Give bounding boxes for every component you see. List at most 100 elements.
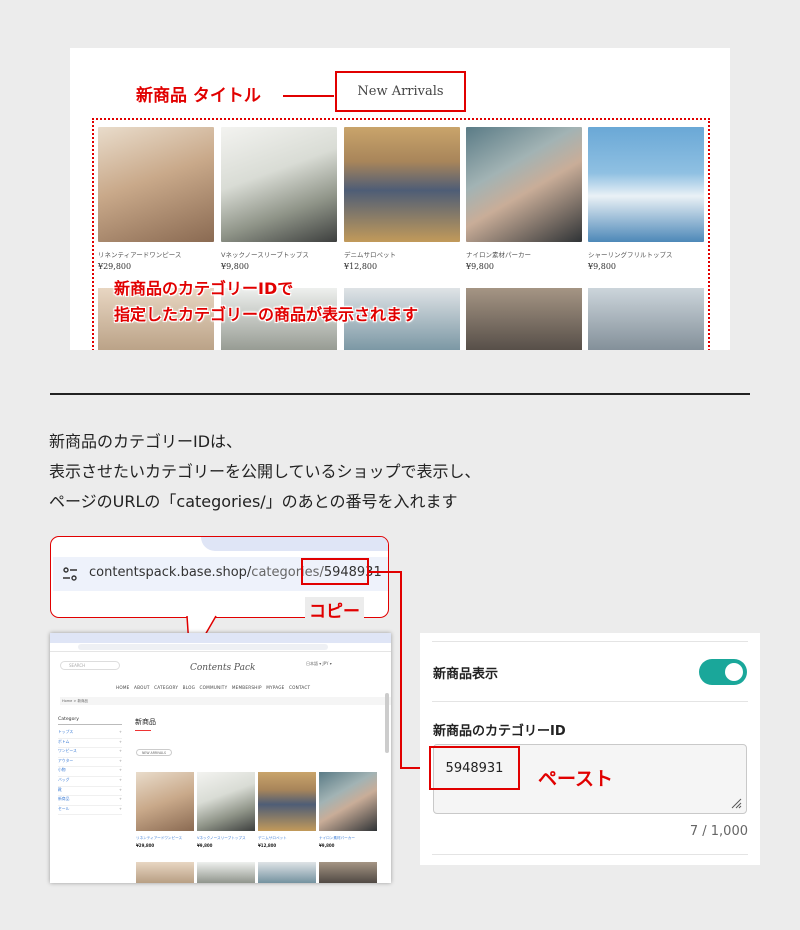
shop-logo[interactable]: Contents Pack bbox=[190, 663, 255, 673]
nav-item[interactable]: ABOUT bbox=[134, 685, 150, 690]
instruction-line: 表示させたいカテゴリーを公開しているショップで表示し、 bbox=[49, 462, 481, 481]
product-name: Vネックノースリーブトップス bbox=[221, 251, 309, 259]
product-name: シャーリングフリルトップス bbox=[588, 251, 673, 259]
browser-tab-strip bbox=[201, 537, 388, 551]
product-price: ¥9,800 bbox=[319, 843, 335, 848]
paste-annotation: ペースト bbox=[538, 768, 614, 790]
sidebar-item[interactable]: アウター + bbox=[58, 758, 122, 768]
nav-item[interactable]: COMMUNITY bbox=[200, 685, 228, 690]
new-products-toggle[interactable] bbox=[699, 659, 747, 685]
product-price: ¥29,800 bbox=[98, 262, 132, 271]
instruction-line: ページのURLの「categories/」のあとの番号を入れます bbox=[49, 492, 458, 511]
product-photo bbox=[98, 127, 214, 242]
product-name: Vネックノースリーブトップス bbox=[197, 836, 246, 840]
product-photo bbox=[344, 127, 460, 242]
copy-annotation: コピー bbox=[305, 597, 364, 622]
divider bbox=[432, 641, 748, 642]
product-card[interactable]: Vネックノースリーブトップス ¥9,800 bbox=[197, 772, 255, 848]
category-id-label: 新商品のカテゴリーID bbox=[433, 724, 566, 739]
browser-tabs bbox=[50, 633, 391, 643]
product-card[interactable]: デニムサロペット ¥12,800 bbox=[258, 772, 316, 848]
sidebar-item[interactable]: バッグ + bbox=[58, 777, 122, 787]
product-photo bbox=[197, 772, 255, 831]
product-name: リネンティアードワンピース bbox=[98, 251, 182, 259]
breadcrumb[interactable]: Home > 新商品 bbox=[60, 697, 391, 705]
product-name: ナイロン素材パーカー bbox=[319, 836, 355, 840]
annotation-connector bbox=[283, 95, 334, 97]
divider bbox=[432, 854, 748, 855]
product-photo bbox=[197, 862, 255, 883]
section-title: New Arrivals bbox=[335, 71, 466, 112]
product-card[interactable]: リネンティアードワンピース ¥29,800 bbox=[98, 127, 214, 271]
sidebar-item[interactable]: 靴 + bbox=[58, 787, 122, 797]
browser-address-bar[interactable] bbox=[50, 643, 391, 652]
category-annotation: 新商品のカテゴリーIDで 指定したカテゴリーの商品が表示されます bbox=[114, 276, 418, 328]
shop-nav: HOME ABOUT CATEGORY BLOG COMMUNITY MEMBERSHIP… bbox=[116, 685, 315, 690]
product-name: ナイロン素材パーカー bbox=[466, 251, 531, 259]
language-currency-select[interactable]: 日本語 ▾ JPY ▾ bbox=[306, 661, 366, 669]
nav-item[interactable]: CONTACT bbox=[289, 685, 310, 690]
sidebar-item[interactable]: 小物 + bbox=[58, 767, 122, 777]
product-name: リネンティアードワンピース bbox=[136, 836, 183, 840]
new-arrivals-preview: 新商品 タイトル New Arrivals リネンティアードワンピース ¥29,… bbox=[70, 48, 730, 350]
character-counter: 7 / 1,000 bbox=[689, 824, 748, 839]
product-card[interactable]: シャーリングフリルトップス ¥9,800 bbox=[588, 127, 704, 271]
section-divider bbox=[50, 393, 750, 395]
product-card[interactable]: ナイロン素材パーカー ¥9,800 bbox=[466, 127, 582, 271]
page-title: 新商品 bbox=[135, 718, 156, 726]
product-price: ¥9,800 bbox=[221, 262, 249, 271]
nav-item[interactable]: MYPAGE bbox=[266, 685, 284, 690]
resize-grip-icon[interactable] bbox=[730, 797, 742, 809]
instruction-line: 新商品のカテゴリーIDは、 bbox=[49, 432, 243, 451]
category-annotation-line: 新商品のカテゴリーIDで bbox=[114, 279, 294, 298]
product-price: ¥9,800 bbox=[197, 843, 213, 848]
nav-item[interactable]: CATEGORY bbox=[154, 685, 178, 690]
product-photo bbox=[136, 862, 194, 883]
product-photo bbox=[588, 127, 704, 242]
sidebar-item[interactable]: ボトム + bbox=[58, 739, 122, 749]
product-card[interactable]: Vネックノースリーブトップス ¥9,800 bbox=[221, 127, 337, 271]
category-tag[interactable]: NEW ARRIVALS bbox=[136, 749, 172, 756]
site-settings-icon[interactable] bbox=[61, 565, 79, 583]
connector-line bbox=[369, 571, 401, 573]
product-photo bbox=[588, 288, 704, 350]
product-name: デニムサロペット bbox=[258, 836, 287, 840]
title-underline bbox=[135, 730, 151, 731]
title-annotation-label: 新商品 タイトル bbox=[136, 86, 261, 106]
instruction-text: 新商品のカテゴリーIDは、 表示させたいカテゴリーを公開しているショップで表示し… bbox=[49, 427, 481, 517]
divider bbox=[432, 701, 748, 702]
product-price: ¥12,800 bbox=[258, 843, 277, 848]
category-sidebar: Category トップス + ボトム + ワンピース + アウター + 小物 + バッグ… bbox=[58, 717, 122, 816]
scrollbar[interactable] bbox=[385, 693, 389, 753]
sidebar-item[interactable]: 新商品 + bbox=[58, 796, 122, 806]
product-photo bbox=[319, 862, 377, 883]
nav-item[interactable]: BLOG bbox=[183, 685, 195, 690]
new-products-display-label: 新商品表示 bbox=[433, 667, 499, 682]
toggle-knob bbox=[725, 663, 743, 681]
category-id-highlight bbox=[301, 558, 369, 585]
product-price: ¥9,800 bbox=[588, 262, 616, 271]
category-annotation-line: 指定したカテゴリーの商品が表示されます bbox=[114, 305, 419, 324]
shop-browser-screenshot: SEARCH Contents Pack 日本語 ▾ JPY ▾ HOME ABO… bbox=[50, 633, 391, 883]
product-photo bbox=[221, 127, 337, 242]
product-card[interactable]: デニムサロペット ¥12,800 bbox=[344, 127, 460, 271]
sidebar-item[interactable]: ワンピース + bbox=[58, 748, 122, 758]
product-card[interactable]: リネンティアードワンピース ¥29,800 bbox=[136, 772, 194, 848]
shop-search-input[interactable]: SEARCH bbox=[60, 661, 120, 670]
connector-line bbox=[400, 571, 402, 768]
nav-item[interactable]: MEMBERSHIP bbox=[232, 685, 262, 690]
product-name: デニムサロペット bbox=[344, 251, 396, 259]
product-photo bbox=[466, 288, 582, 350]
category-id-value[interactable]: 5948931 bbox=[429, 746, 520, 790]
product-photo bbox=[258, 772, 316, 831]
product-photo bbox=[258, 862, 316, 883]
product-photo bbox=[319, 772, 377, 831]
sidebar-item[interactable]: セール + bbox=[58, 806, 122, 816]
product-photo bbox=[136, 772, 194, 831]
product-price: ¥9,800 bbox=[466, 262, 494, 271]
sidebar-item[interactable]: トップス + bbox=[58, 729, 122, 739]
url-host: contentspack.base.shop/ bbox=[89, 565, 252, 580]
product-card[interactable]: ナイロン素材パーカー ¥9,800 bbox=[319, 772, 377, 848]
product-photo bbox=[466, 127, 582, 242]
nav-item[interactable]: HOME bbox=[116, 685, 130, 690]
